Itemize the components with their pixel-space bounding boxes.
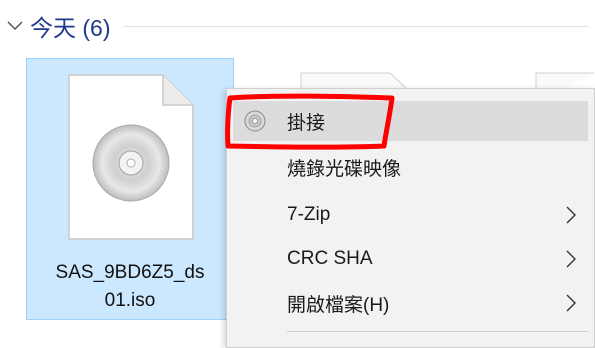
menu-item-label: 7-Zip [287, 204, 331, 225]
file-name-line1: SAS_9BD6Z5_ds [55, 262, 205, 283]
file-name-line2: 01.iso [104, 290, 156, 311]
menu-item-crc-sha[interactable]: CRC SHA [233, 239, 588, 279]
group-header-today[interactable]: 今天 (6) [6, 8, 595, 44]
menu-separator [287, 331, 588, 332]
group-title: 今天 (6) [30, 15, 111, 41]
menu-item-label: 燒錄光碟映像 [287, 158, 402, 180]
chevron-right-icon [566, 206, 576, 224]
group-divider [122, 25, 589, 27]
menu-item-label: CRC SHA [287, 248, 373, 269]
context-menu: 掛接 燒錄光碟映像 7-Zip CRC SHA 開啟檔案(H) [226, 88, 595, 348]
menu-item-open-with[interactable]: 開啟檔案(H) [233, 283, 588, 323]
menu-item-label: 開啟檔案(H) [287, 294, 390, 316]
disc-icon [244, 110, 266, 132]
file-name: SAS_9BD6Z5_ds 01.iso [27, 259, 233, 315]
menu-item-7zip[interactable]: 7-Zip [233, 195, 588, 235]
menu-item-burn-disc-image[interactable]: 燒錄光碟映像 [233, 147, 588, 187]
file-tile-iso[interactable]: SAS_9BD6Z5_ds 01.iso [26, 58, 234, 320]
menu-item-label: 掛接 [287, 112, 326, 134]
menu-item-mount[interactable]: 掛接 [233, 101, 588, 141]
chevron-down-icon[interactable] [6, 17, 24, 35]
disc-image-file-icon [68, 74, 194, 240]
chevron-right-icon [566, 250, 576, 268]
chevron-right-icon [566, 294, 576, 312]
